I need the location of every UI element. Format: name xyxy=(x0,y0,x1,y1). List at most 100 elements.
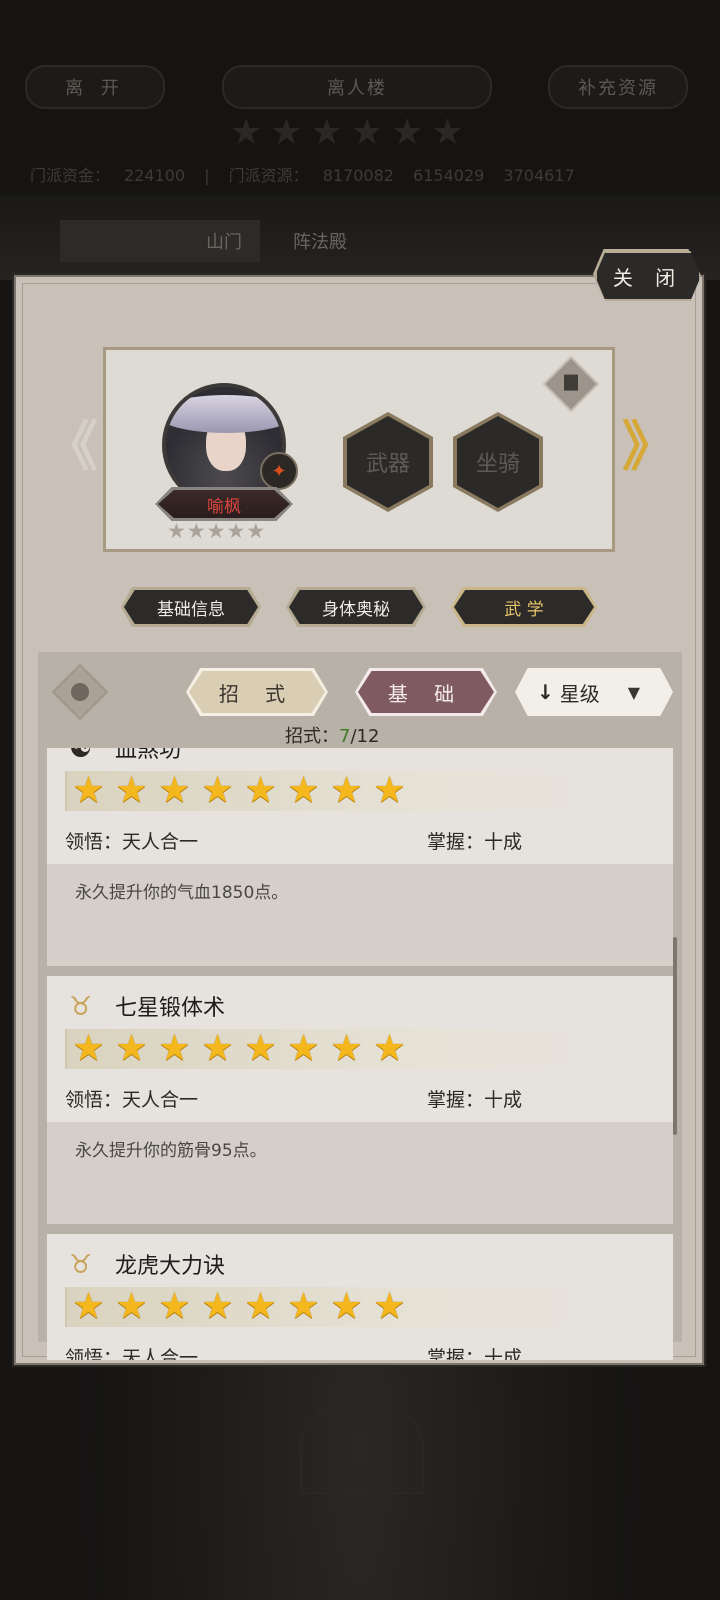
ox-head-icon: ♉ xyxy=(69,992,93,1022)
skill-name: 七星锻体术 xyxy=(115,996,226,1021)
star-icon: ★ xyxy=(373,770,406,811)
star-icon: ★ xyxy=(201,770,234,811)
weapon-slot[interactable]: 武器 xyxy=(343,412,433,512)
moves-count-total: /12 xyxy=(350,726,380,747)
star-icon: ★ xyxy=(186,519,206,543)
star-icon: ★ xyxy=(246,519,266,543)
star-icon: ★ xyxy=(373,1028,406,1069)
funds-label: 门派资金： xyxy=(30,166,111,185)
building-title: 离人楼 xyxy=(222,65,492,109)
next-character-arrow-icon[interactable]: 》 xyxy=(622,420,676,474)
star-icon: ★ xyxy=(115,1286,148,1327)
skill-name: 龙虎大力诀 xyxy=(115,1254,226,1279)
skill-description: 永久提升你的筋骨95点。 xyxy=(75,1141,267,1161)
resource2-value: 6154029 xyxy=(413,166,485,185)
skill-stars: ★ ★ ★ ★ ★ ★ ★ ★ xyxy=(65,1287,667,1327)
tab-shanmen[interactable]: 山门 xyxy=(60,220,260,262)
skill-item-header: ♉ 龙虎大力诀 ★ ★ ★ ★ ★ ★ ★ ★ 领悟：天人合一 掌握：十成 xyxy=(47,1234,673,1360)
resources-value: 8170082 xyxy=(322,166,394,185)
mastery: 掌握：十成 xyxy=(427,1089,523,1111)
building-stars: ★ ★ ★ ★ ★ ★ xyxy=(230,115,464,151)
filter-basic-label: 基 础 xyxy=(358,671,494,713)
star-icon: ★ xyxy=(350,112,384,153)
star-icon: ★ xyxy=(167,519,186,543)
skill-item-header: ☯ 血煞功 ★ ★ ★ ★ ★ ★ ★ ★ 领悟：天人合一 掌握：十成 xyxy=(47,748,673,864)
star-icon: ★ xyxy=(115,770,148,811)
star-icon: ★ xyxy=(287,1028,320,1069)
moves-count-label: 招式： xyxy=(285,726,339,747)
tab-zhenfa[interactable]: 阵法殿 xyxy=(270,220,370,262)
skill-description-box: 永久提升你的筋骨95点。 xyxy=(47,1122,673,1224)
star-icon: ★ xyxy=(310,112,343,153)
leave-button[interactable]: 离 开 xyxy=(25,65,165,109)
close-button[interactable]: 关 闭 xyxy=(595,251,701,301)
supply-resources-button[interactable]: 补充资源 xyxy=(548,65,688,109)
sort-dropdown[interactable]: ↓ 星级 ▼ xyxy=(515,668,673,716)
skill-stars: ★ ★ ★ ★ ★ ★ ★ ★ xyxy=(65,1029,667,1069)
comprehension: 领悟：天人合一 xyxy=(65,1347,199,1360)
star-icon: ★ xyxy=(72,1028,105,1069)
background-gate-decoration xyxy=(300,1400,424,1494)
filter-basic-button[interactable]: 基 础 xyxy=(355,668,497,716)
portrait-hat xyxy=(166,395,282,433)
star-icon: ★ xyxy=(158,1028,191,1069)
skill-list[interactable]: ☯ 血煞功 ★ ★ ★ ★ ★ ★ ★ ★ 领悟：天人合一 掌握：十成 永久提升你的气血185… xyxy=(47,748,673,1360)
character-rank-stars: ★ ★ ★ ★ ★ xyxy=(167,520,265,542)
comprehension: 领悟：天人合一 xyxy=(65,831,199,853)
star-icon: ★ xyxy=(330,770,363,811)
star-icon: ★ xyxy=(158,1286,191,1327)
comprehension: 领悟：天人合一 xyxy=(65,1089,199,1111)
separator: | xyxy=(204,166,210,185)
filter-moves-button[interactable]: 招 式 xyxy=(186,668,328,716)
star-icon: ★ xyxy=(244,770,277,811)
star-icon: ★ xyxy=(391,112,424,153)
skill-item[interactable]: ☯ 血煞功 ★ ★ ★ ★ ★ ★ ★ ★ 领悟：天人合一 掌握：十成 永久提升你的气血185… xyxy=(47,748,673,966)
taiji-icon: ☯ xyxy=(69,748,93,764)
skill-item[interactable]: ♉ 七星锻体术 ★ ★ ★ ★ ★ ★ ★ ★ 领悟：天人合一 掌握：十成 永久提升你的筋骨9… xyxy=(47,976,673,1224)
ox-head-icon: ♉ xyxy=(69,1250,93,1280)
tab-body-secrets-label: 身体奥秘 xyxy=(289,590,423,624)
star-icon: ★ xyxy=(230,112,263,153)
skill-item-header: ♉ 七星锻体术 ★ ★ ★ ★ ★ ★ ★ ★ 领悟：天人合一 掌握：十成 xyxy=(47,976,673,1122)
star-icon: ★ xyxy=(226,519,246,543)
skill-item[interactable]: ♉ 龙虎大力诀 ★ ★ ★ ★ ★ ★ ★ ★ 领悟：天人合一 掌握：十成 xyxy=(47,1234,673,1360)
mastery: 掌握：十成 xyxy=(427,831,523,853)
funds-value: 224100 xyxy=(124,166,186,185)
star-icon: ★ xyxy=(244,1286,277,1327)
mastery: 掌握：十成 xyxy=(427,1347,523,1360)
sort-down-arrow-icon: ↓ xyxy=(537,680,554,704)
moves-count: 招式：7/12 xyxy=(285,722,379,748)
star-icon: ★ xyxy=(330,1028,363,1069)
resources-label: 门派资源： xyxy=(228,166,309,185)
star-icon: ★ xyxy=(287,770,320,811)
sort-label: 星级 xyxy=(559,681,600,706)
filter-moves-label: 招 式 xyxy=(189,671,325,713)
star-icon: ★ xyxy=(201,1028,234,1069)
skill-description: 永久提升你的气血1850点。 xyxy=(75,883,289,903)
skill-stars: ★ ★ ★ ★ ★ ★ ★ ★ xyxy=(65,771,667,811)
star-icon: ★ xyxy=(158,770,191,811)
star-icon: ★ xyxy=(201,1286,234,1327)
star-icon: ★ xyxy=(330,1286,363,1327)
skill-name: 血煞功 xyxy=(115,748,182,763)
tab-martial-arts[interactable]: 武 学 xyxy=(451,587,597,627)
sect-badge-icon: ✦ xyxy=(260,452,298,490)
tab-basic-info-label: 基础信息 xyxy=(124,590,258,624)
mount-slot[interactable]: 坐骑 xyxy=(453,412,543,512)
moves-count-current: 7 xyxy=(339,726,351,747)
prev-character-arrow-icon[interactable]: 《 xyxy=(44,420,98,474)
star-icon: ★ xyxy=(373,1286,406,1327)
resource3-value: 3704617 xyxy=(503,166,575,185)
character-name: 喻枫 xyxy=(158,490,290,518)
skill-description-box: 永久提升你的气血1850点。 xyxy=(47,864,673,966)
star-icon: ★ xyxy=(206,519,226,543)
resource-bar: 门派资金： 224100 | 门派资源： 8170082 6154029 37046… xyxy=(30,162,589,186)
star-icon: ★ xyxy=(270,112,303,153)
star-icon: ★ xyxy=(72,770,105,811)
skill-list-scrollbar[interactable] xyxy=(673,937,677,1135)
tab-body-secrets[interactable]: 身体奥秘 xyxy=(286,587,426,627)
star-icon: ★ xyxy=(244,1028,277,1069)
chevron-down-icon: ▼ xyxy=(627,682,641,702)
tab-martial-arts-label: 武 学 xyxy=(454,590,594,624)
tab-basic-info[interactable]: 基础信息 xyxy=(121,587,261,627)
